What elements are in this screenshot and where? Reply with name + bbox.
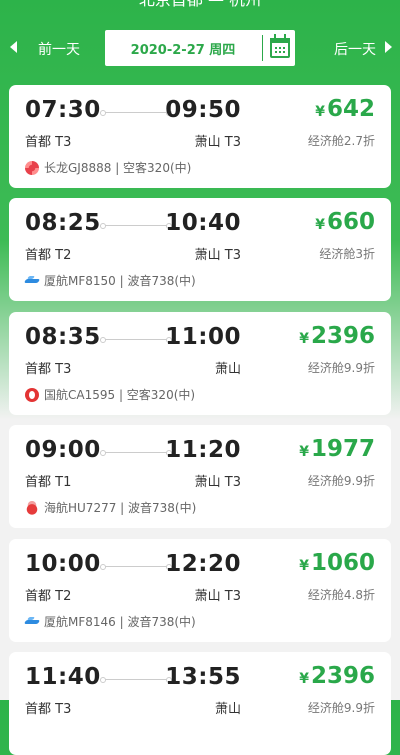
airline-text: 厦航MF8146 | 波音738(中) <box>44 615 196 629</box>
departure-time: 08:35 <box>25 324 101 350</box>
arrival-airport: 萧山 T3 <box>194 135 241 150</box>
flight-card[interactable]: 09:00 11:20 首都 T1 萧山 T3 ¥1977 经济舱9.9折海航HU7277… <box>9 425 391 528</box>
airline-info: 厦航MF8150 | 波音738(中) <box>25 272 196 289</box>
airline-info: 厦航MF8146 | 波音738(中) <box>25 613 196 630</box>
flight-card[interactable]: 08:35 11:00 首都 T3 萧山 ¥2396 经济舱9.9折国航CA1595 | … <box>9 312 391 415</box>
price: ¥2396 <box>299 323 375 349</box>
next-arrow-icon[interactable] <box>385 41 392 53</box>
departure-time: 07:30 <box>25 97 101 123</box>
arrival-airport: 萧山 <box>214 702 241 717</box>
cabin-discount: 经济舱9.9折 <box>307 361 375 375</box>
airline-text: 长龙GJ8888 | 空客320(中) <box>44 161 192 175</box>
departure-time: 10:00 <box>25 551 101 577</box>
airline-logo-icon <box>25 160 39 175</box>
cabin-discount: 经济舱9.9折 <box>307 701 375 715</box>
currency-symbol: ¥ <box>299 444 309 460</box>
date-divider <box>262 35 263 61</box>
price-value: 660 <box>326 209 375 235</box>
currency-symbol: ¥ <box>299 558 309 574</box>
cabin-discount: 经济舱4.8折 <box>307 588 375 602</box>
departure-time: 09:00 <box>25 437 101 463</box>
flight-card[interactable]: 10:00 12:20 首都 T2 萧山 T3 ¥1060 经济舱4.8折厦航MF8146… <box>9 539 391 642</box>
departure-airport: 首都 T3 <box>25 135 72 150</box>
flight-card[interactable]: 08:25 10:40 首都 T2 萧山 T3 ¥660 经济舱3折厦航MF8150 | … <box>9 198 391 301</box>
page-title: 北京首都 — 杭州 <box>0 0 400 10</box>
departure-airport: 首都 T2 <box>25 589 72 604</box>
prev-arrow-icon[interactable] <box>10 41 17 53</box>
arrival-airport: 萧山 T3 <box>194 589 241 604</box>
departure-airport: 首都 T3 <box>25 702 72 717</box>
arrival-airport: 萧山 <box>214 362 241 377</box>
arrival-time: 12:20 <box>165 551 241 577</box>
route-line <box>100 223 172 229</box>
price: ¥2396 <box>299 663 375 689</box>
airline-info: 海航HU7277 | 波音738(中) <box>25 499 196 516</box>
flight-card[interactable]: 11:40 13:55 首都 T3 萧山 ¥2396 经济舱9.9折 <box>9 652 391 755</box>
price: ¥1060 <box>299 550 375 576</box>
arrival-time: 10:40 <box>165 210 241 236</box>
header-bar: ‹ 北京首都 — 杭州 ◦◦ <box>0 0 400 10</box>
currency-symbol: ¥ <box>315 104 325 120</box>
arrival-time: 13:55 <box>165 664 241 690</box>
airline-logo-icon <box>25 274 39 288</box>
departure-time: 08:25 <box>25 210 101 236</box>
cabin-discount: 经济舱9.9折 <box>307 474 375 488</box>
route-line <box>100 677 172 683</box>
next-day-button[interactable]: 后一天 <box>334 39 376 59</box>
departure-airport: 首都 T3 <box>25 362 72 377</box>
route-line <box>100 110 172 116</box>
currency-symbol: ¥ <box>299 671 309 687</box>
airline-logo-icon <box>25 500 39 515</box>
airline-logo-icon <box>25 615 39 629</box>
more-icon[interactable]: ◦◦ <box>361 0 380 5</box>
flight-card[interactable]: 07:30 09:50 首都 T3 萧山 T3 ¥642 经济舱2.7折长龙GJ8888 … <box>9 85 391 188</box>
cabin-discount: 经济舱3折 <box>319 247 375 261</box>
price-value: 2396 <box>310 323 375 349</box>
selected-date[interactable]: 2020-2-27 周四 <box>105 39 261 58</box>
route-line <box>100 337 172 343</box>
price-value: 1060 <box>310 550 375 576</box>
arrival-airport: 萧山 T3 <box>194 248 241 263</box>
date-picker[interactable]: 2020-2-27 周四 <box>105 30 295 66</box>
departure-time: 11:40 <box>25 664 101 690</box>
price: ¥642 <box>315 96 375 122</box>
price-value: 642 <box>326 96 375 122</box>
arrival-airport: 萧山 T3 <box>194 475 241 490</box>
cabin-discount: 经济舱2.7折 <box>307 134 375 148</box>
airline-text: 海航HU7277 | 波音738(中) <box>44 501 197 515</box>
airline-logo-icon <box>25 387 39 402</box>
currency-symbol: ¥ <box>315 217 325 233</box>
price: ¥660 <box>315 209 375 235</box>
prev-day-button[interactable]: 前一天 <box>38 39 80 59</box>
price-value: 2396 <box>310 663 375 689</box>
arrival-time: 09:50 <box>165 97 241 123</box>
price: ¥1977 <box>299 436 375 462</box>
price-value: 1977 <box>310 436 375 462</box>
arrival-time: 11:20 <box>165 437 241 463</box>
calendar-icon[interactable] <box>270 34 290 58</box>
route-line <box>100 564 172 570</box>
arrival-time: 11:00 <box>165 324 241 350</box>
airline-text: 国航CA1595 | 空客320(中) <box>44 388 196 402</box>
departure-airport: 首都 T2 <box>25 248 72 263</box>
departure-airport: 首都 T1 <box>25 475 72 490</box>
airline-info: 长龙GJ8888 | 空客320(中) <box>25 159 191 176</box>
date-bar: 前一天 2020-2-27 周四 后一天 <box>0 30 400 66</box>
currency-symbol: ¥ <box>299 331 309 347</box>
route-line <box>100 450 172 456</box>
airline-text: 厦航MF8150 | 波音738(中) <box>44 274 196 288</box>
airline-info: 国航CA1595 | 空客320(中) <box>25 386 195 403</box>
